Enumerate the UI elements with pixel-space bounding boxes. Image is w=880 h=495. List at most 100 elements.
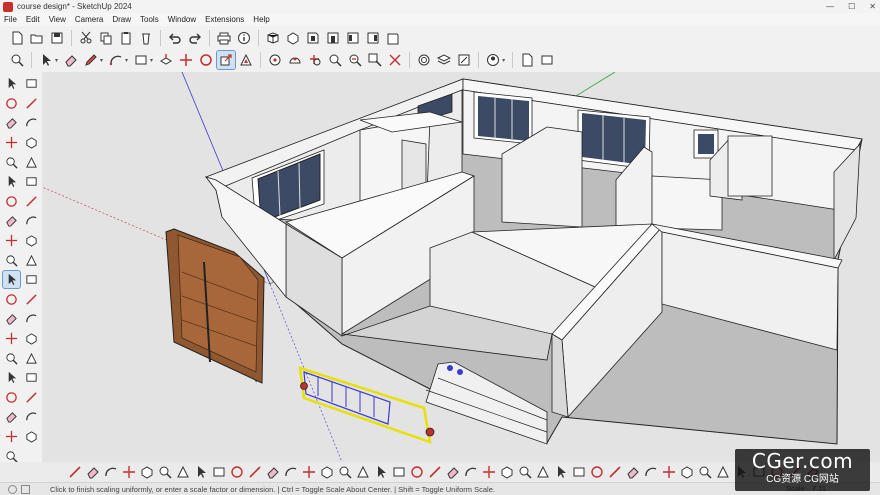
section-display-icon[interactable]	[23, 428, 40, 445]
extension-tool-icon[interactable]	[714, 464, 731, 481]
extension-tool-icon[interactable]	[516, 464, 533, 481]
arc-icon[interactable]	[3, 193, 20, 210]
extension-tool-icon[interactable]	[300, 464, 317, 481]
top-view-icon[interactable]	[304, 29, 322, 47]
back-view-icon[interactable]	[364, 29, 382, 47]
drawing-viewport[interactable]	[42, 72, 880, 462]
save-icon[interactable]	[48, 29, 66, 47]
text-icon[interactable]	[23, 310, 40, 327]
iso-view-icon[interactable]	[284, 29, 302, 47]
walk-icon[interactable]	[23, 389, 40, 406]
select-icon[interactable]	[3, 75, 20, 92]
extension-tool-icon[interactable]	[192, 464, 209, 481]
chevron-down-icon[interactable]: ▾	[100, 57, 103, 64]
tape-icon[interactable]	[3, 291, 20, 308]
extension-tool-icon[interactable]	[588, 464, 605, 481]
maximize-button[interactable]: ☐	[848, 2, 855, 11]
arc-3pt-icon[interactable]	[3, 212, 20, 229]
protractor-icon[interactable]	[286, 51, 304, 69]
pencil-icon[interactable]	[82, 51, 100, 69]
extension-tool-icon[interactable]	[210, 464, 227, 481]
scale-grip[interactable]	[425, 427, 435, 437]
freehand-icon[interactable]	[23, 134, 40, 151]
extension-tool-icon[interactable]	[570, 464, 587, 481]
3d-text-icon[interactable]	[23, 330, 40, 347]
zoom-extents-icon[interactable]	[386, 51, 404, 69]
chevron-down-icon[interactable]: ▾	[55, 57, 58, 64]
extension-tool-icon[interactable]	[642, 464, 659, 481]
model-scene[interactable]	[42, 72, 880, 462]
rotate-icon[interactable]	[197, 51, 215, 69]
undo-icon[interactable]	[166, 29, 184, 47]
door-component[interactable]	[165, 228, 265, 384]
paste-icon[interactable]	[117, 29, 135, 47]
arc-icon[interactable]	[107, 51, 125, 69]
circle-icon[interactable]	[3, 173, 20, 190]
model-info-icon[interactable]	[235, 29, 253, 47]
extension-tool-icon[interactable]	[408, 464, 425, 481]
extension-tool-icon[interactable]	[696, 464, 713, 481]
copy-icon[interactable]	[97, 29, 115, 47]
paint-icon[interactable]	[306, 51, 324, 69]
rectangle-icon[interactable]	[3, 154, 20, 171]
front-view-icon[interactable]	[324, 29, 342, 47]
share-icon[interactable]	[538, 51, 556, 69]
section-plane-icon[interactable]	[3, 428, 20, 445]
arc-2pt-icon[interactable]	[23, 212, 40, 229]
extension-tool-icon[interactable]	[390, 464, 407, 481]
extension-tool-icon[interactable]	[552, 464, 569, 481]
eraser-icon[interactable]	[23, 95, 40, 112]
menu-edit[interactable]: Edit	[26, 15, 40, 24]
open-icon[interactable]	[28, 29, 46, 47]
extension-tool-icon[interactable]	[462, 464, 479, 481]
protractor-icon[interactable]	[3, 310, 20, 327]
select-icon[interactable]	[37, 51, 55, 69]
position-camera-icon[interactable]	[3, 408, 20, 425]
geo-location-icon[interactable]	[8, 484, 17, 494]
extension-tool-icon[interactable]	[120, 464, 137, 481]
dimension-icon[interactable]	[23, 291, 40, 308]
extension-tool-icon[interactable]	[318, 464, 335, 481]
eraser-icon[interactable]	[62, 51, 80, 69]
scale-icon[interactable]	[1, 270, 21, 290]
look-around-icon[interactable]	[23, 408, 40, 425]
line-icon[interactable]	[3, 134, 20, 151]
menu-tools[interactable]: Tools	[140, 15, 159, 24]
orbit-icon[interactable]	[326, 51, 344, 69]
redo-icon[interactable]	[186, 29, 204, 47]
document-icon[interactable]	[518, 51, 536, 69]
extension-tool-icon[interactable]	[678, 464, 695, 481]
scale-icon[interactable]	[216, 50, 237, 70]
print-icon[interactable]	[215, 29, 233, 47]
menu-window[interactable]: Window	[168, 15, 196, 24]
extension-tool-icon[interactable]	[372, 464, 389, 481]
paint-bucket-icon[interactable]	[3, 95, 20, 112]
extension-tool-icon[interactable]	[84, 464, 101, 481]
extension-tool-icon[interactable]	[138, 464, 155, 481]
rotate-icon[interactable]	[3, 252, 20, 269]
flip-icon[interactable]	[23, 271, 40, 288]
styles-icon[interactable]	[455, 51, 473, 69]
eraser-alt-icon[interactable]	[23, 114, 40, 131]
extension-tool-icon[interactable]	[354, 464, 371, 481]
offset-icon[interactable]	[23, 252, 40, 269]
follow-me-icon[interactable]	[23, 232, 40, 249]
erase-icon[interactable]	[137, 29, 155, 47]
section-icon[interactable]	[415, 51, 433, 69]
chevron-down-icon[interactable]: ▾	[125, 57, 128, 64]
zoom-window-icon[interactable]	[23, 369, 40, 386]
pan-icon[interactable]	[346, 51, 364, 69]
extension-tool-icon[interactable]	[246, 464, 263, 481]
minimize-button[interactable]: —	[826, 2, 834, 11]
menu-help[interactable]: Help	[253, 15, 269, 24]
extension-tool-icon[interactable]	[606, 464, 623, 481]
move-icon[interactable]	[177, 51, 195, 69]
left-view-icon[interactable]	[384, 29, 402, 47]
axes-icon[interactable]	[3, 330, 20, 347]
zoom-extents-icon[interactable]	[3, 389, 20, 406]
rotated-rectangle-icon[interactable]	[23, 154, 40, 171]
right-view-icon[interactable]	[344, 29, 362, 47]
extension-tool-icon[interactable]	[336, 464, 353, 481]
rectangle-icon[interactable]	[132, 51, 150, 69]
pie-icon[interactable]	[23, 193, 40, 210]
